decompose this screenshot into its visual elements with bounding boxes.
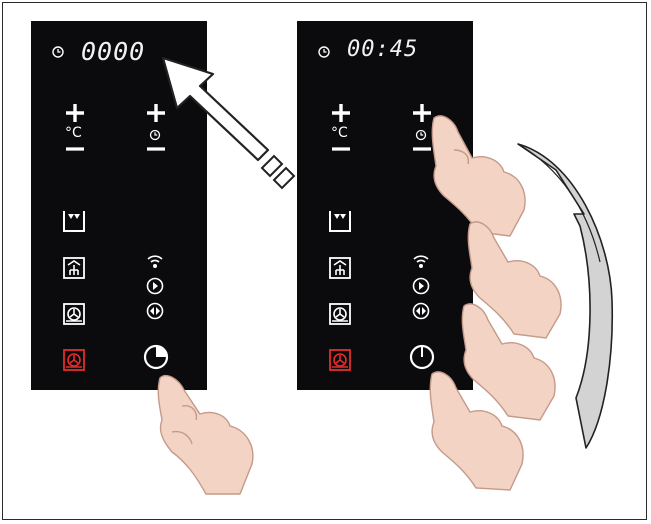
hand-press-icon — [157, 374, 254, 495]
illustration-overlay — [157, 56, 614, 495]
hand-press-icon — [431, 115, 526, 237]
pointer-arrow-icon — [161, 56, 296, 190]
